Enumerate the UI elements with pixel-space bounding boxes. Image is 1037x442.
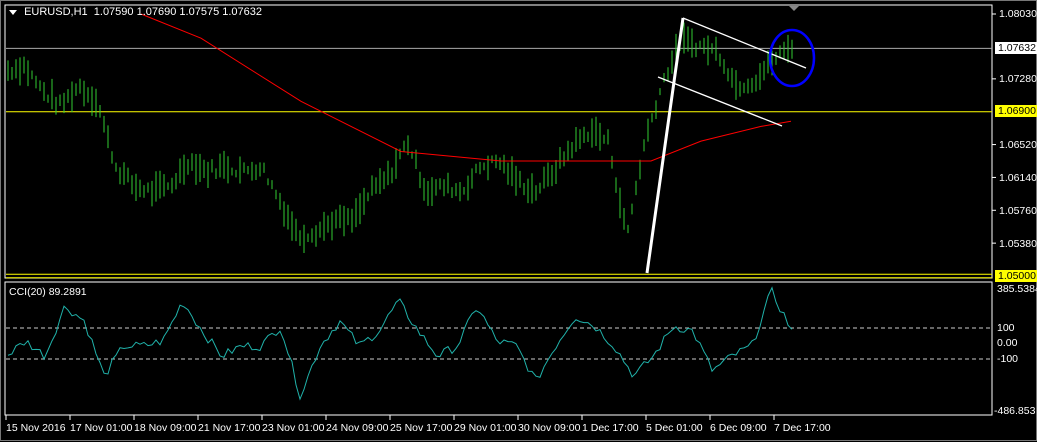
close-value: 1.07632: [222, 6, 263, 18]
cci-level-minus100: -100: [997, 353, 1019, 365]
time-label: 23 Nov 01:00: [262, 422, 325, 434]
scroll-marker-icon: [789, 6, 799, 11]
price-tick: 1.08030: [999, 8, 1037, 20]
price-tick: 1.05380: [999, 238, 1037, 250]
time-label: 24 Nov 09:00: [326, 422, 389, 434]
level-label-1: 1.06900: [995, 105, 1037, 117]
symbol-label: EURUSD,H1: [24, 6, 88, 18]
cci-pane-frame: [4, 281, 993, 416]
time-label: 25 Nov 17:00: [390, 422, 453, 434]
price-tick: 1.06140: [999, 172, 1037, 184]
cci-title: CCI(20) 89.2891: [9, 286, 87, 298]
moving-average-line: [140, 13, 792, 162]
dropdown-triangle-icon[interactable]: [9, 9, 17, 15]
cci-level-0: 0.00: [997, 337, 1018, 349]
time-label: 15 Nov 2016: [6, 422, 66, 434]
level-label-2: 1.05000: [995, 270, 1037, 282]
chart-window[interactable]: EURUSD,H1 1.07590 1.07690 1.07575 1.0763…: [0, 0, 1037, 441]
time-label: 6 Dec 09:00: [710, 422, 767, 434]
current-price-label: 1.07632: [995, 42, 1037, 54]
time-label: 5 Dec 01:00: [646, 422, 703, 434]
time-label: 1 Dec 17:00: [582, 422, 639, 434]
price-tick: 1.05760: [999, 205, 1037, 217]
main-pane-frame: [4, 4, 993, 279]
time-label: 21 Nov 17:00: [198, 422, 261, 434]
impulse-trendline: [645, 17, 685, 274]
cci-min-label: -486.853: [994, 405, 1036, 417]
time-label: 17 Nov 01:00: [70, 422, 133, 434]
cci-name: CCI(20): [9, 286, 46, 298]
cci-level-100: 100: [997, 322, 1015, 334]
high-value: 1.07690: [136, 6, 177, 18]
low-value: 1.07575: [179, 6, 220, 18]
price-tick: 1.07280: [999, 73, 1037, 85]
open-value: 1.07590: [93, 6, 134, 18]
chart-title: EURUSD,H1 1.07590 1.07690 1.07575 1.0763…: [9, 6, 262, 18]
channel-lower-line: [657, 76, 783, 127]
time-label: 29 Nov 01:00: [454, 422, 517, 434]
cci-line: [7, 286, 793, 401]
cci-value: 89.2891: [48, 286, 87, 298]
chart-canvas[interactable]: [1, 1, 1037, 442]
time-label: 18 Nov 09:00: [134, 422, 197, 434]
time-label: 7 Dec 17:00: [774, 422, 831, 434]
cci-max-label: 385.5384: [997, 283, 1037, 295]
time-label: 30 Nov 09:00: [518, 422, 581, 434]
price-tick: 1.06520: [999, 139, 1037, 151]
